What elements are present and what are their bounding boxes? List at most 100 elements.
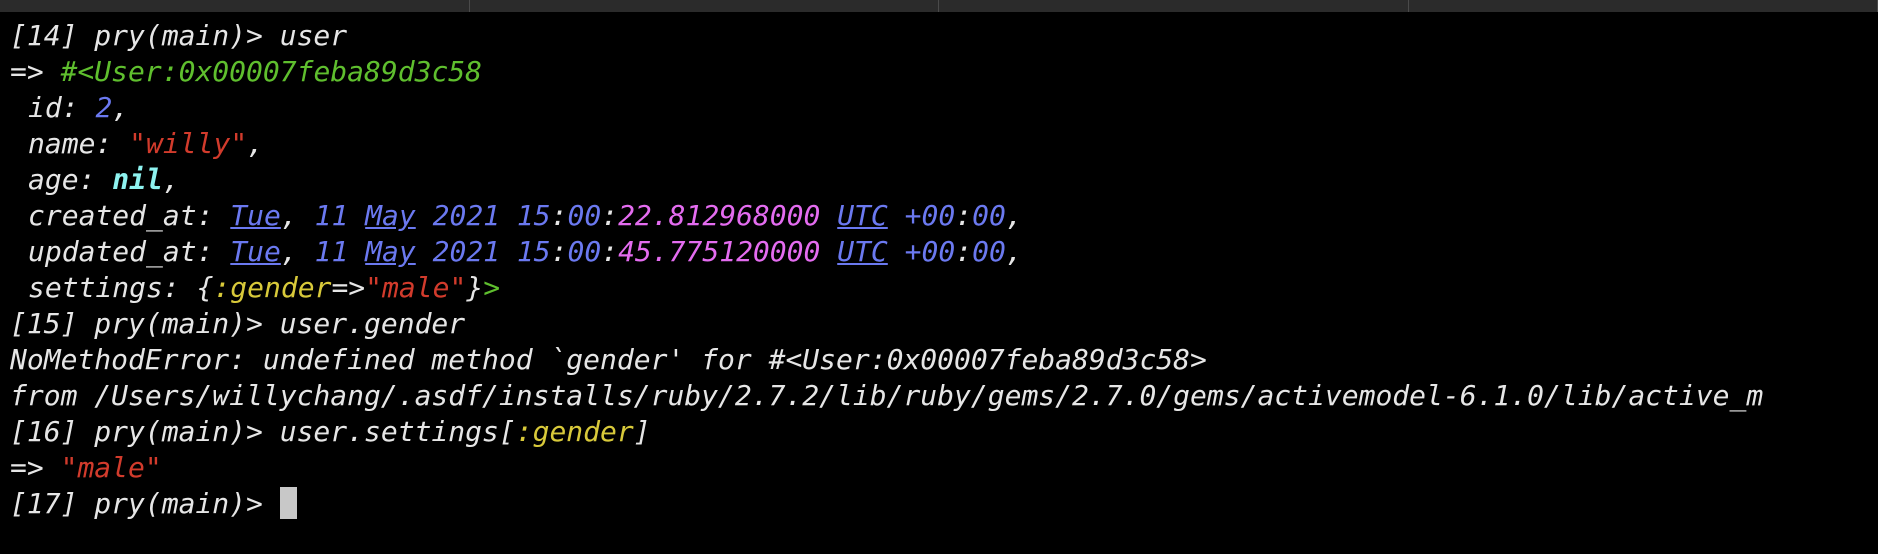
pry-prompt: [17] pry(main)> [10, 487, 280, 520]
result-arrow: => [10, 451, 61, 484]
separator: , [247, 127, 265, 160]
command-input: user [279, 19, 348, 52]
separator: : [601, 235, 619, 268]
timestamp-year: 2021 [432, 199, 501, 232]
timestamp-offset-minutes: 00 [972, 199, 1006, 232]
pry-prompt: [16] pry(main)> [10, 415, 280, 448]
timestamp-timezone: UTC [837, 199, 888, 232]
quote: " [144, 451, 162, 484]
terminal-screen[interactable]: [14] pry(main)> user => #<User:0x00007fe… [0, 18, 1878, 554]
timestamp-day: Tue [230, 199, 281, 232]
terminal-line: => #<User:0x00007feba89d3c58 [10, 54, 1878, 90]
text-cursor[interactable] [279, 487, 297, 519]
quote: " [129, 127, 147, 160]
timestamp-offset-hours: +00 [904, 235, 956, 268]
error-backtrace: from /Users/willychang/.asdf/installs/ru… [10, 379, 1764, 412]
command-input: user.gender [279, 307, 466, 340]
terminal-tab[interactable] [939, 0, 1409, 12]
timestamp-offset-minutes: 00 [972, 235, 1006, 268]
error-message: NoMethodError: undefined method `gender'… [10, 343, 1207, 376]
terminal-tab[interactable] [0, 0, 470, 12]
separator: , [1005, 235, 1023, 268]
terminal-line: id: 2, [10, 90, 1878, 126]
quote: " [365, 271, 383, 304]
pry-prompt: [15] pry(main)> [10, 307, 280, 340]
timestamp-date: 11 [314, 235, 349, 268]
separator: , [112, 91, 130, 124]
separator: , [1005, 199, 1023, 232]
attribute-value: 2 [95, 91, 113, 124]
result-value: male [77, 451, 145, 484]
hash-symbol-key: :gender [213, 271, 332, 304]
separator: , [280, 199, 315, 232]
symbol-argument: :gender [515, 415, 634, 448]
quote: " [60, 451, 78, 484]
separator: : [550, 199, 568, 232]
quote: " [230, 127, 248, 160]
terminal-line: NoMethodError: undefined method `gender'… [10, 342, 1878, 378]
separator: : [550, 235, 568, 268]
terminal-tab[interactable] [1409, 0, 1878, 12]
terminal-line: [16] pry(main)> user.settings[:gender] [10, 414, 1878, 450]
attribute-key: id: [28, 91, 96, 124]
terminal-line: name: "willy", [10, 126, 1878, 162]
terminal-line: age: nil, [10, 162, 1878, 198]
timestamp-seconds: 45.775120000 [618, 235, 821, 268]
timestamp-timezone: UTC [837, 235, 888, 268]
attribute-value: willy [146, 127, 231, 160]
terminal-line: [14] pry(main)> user [10, 18, 1878, 54]
terminal-line: [15] pry(main)> user.gender [10, 306, 1878, 342]
timestamp-date: 11 [314, 199, 349, 232]
terminal-line: => "male" [10, 450, 1878, 486]
quote: " [449, 271, 467, 304]
terminal-line: settings: {:gender=>"male"}> [10, 270, 1878, 306]
terminal-line: from /Users/willychang/.asdf/installs/ru… [10, 378, 1878, 414]
terminal-line: created_at: Tue, 11 May 2021 15:00:22.81… [10, 198, 1878, 234]
separator: : [955, 199, 973, 232]
timestamp-offset-hours: +00 [904, 199, 956, 232]
separator: : [601, 199, 619, 232]
attribute-key: settings: [28, 271, 197, 304]
object-header: #<User:0x00007feba89d3c58 [60, 55, 483, 88]
attribute-key: name: [28, 127, 130, 160]
timestamp-hour: 15 [516, 199, 551, 232]
command-input: ] [633, 415, 651, 448]
attribute-key: updated_at: [28, 235, 231, 268]
timestamp-minute: 00 [567, 199, 602, 232]
timestamp-month: May [365, 199, 416, 232]
brace: { [196, 271, 214, 304]
result-arrow: => [10, 55, 61, 88]
timestamp-month: May [365, 235, 416, 268]
hash-rocket: => [331, 271, 366, 304]
brace: } [466, 271, 484, 304]
command-input: user.settings[ [279, 415, 516, 448]
hash-value: male [382, 271, 450, 304]
timestamp-minute: 00 [567, 235, 602, 268]
separator: : [955, 235, 973, 268]
terminal-tab[interactable] [470, 0, 939, 12]
terminal-line: updated_at: Tue, 11 May 2021 15:00:45.77… [10, 234, 1878, 270]
attribute-key: created_at: [28, 199, 231, 232]
timestamp-seconds: 22.812968000 [618, 199, 821, 232]
separator: , [280, 235, 315, 268]
attribute-key: age: [28, 163, 113, 196]
terminal-tab-bar[interactable] [0, 0, 1878, 12]
timestamp-year: 2021 [432, 235, 501, 268]
terminal-line[interactable]: [17] pry(main)> [10, 486, 1878, 522]
pry-prompt: [14] pry(main)> [10, 19, 280, 52]
object-close: > [483, 271, 501, 304]
timestamp-hour: 15 [516, 235, 551, 268]
timestamp-day: Tue [230, 235, 281, 268]
separator: , [162, 163, 180, 196]
attribute-value: nil [112, 163, 163, 196]
